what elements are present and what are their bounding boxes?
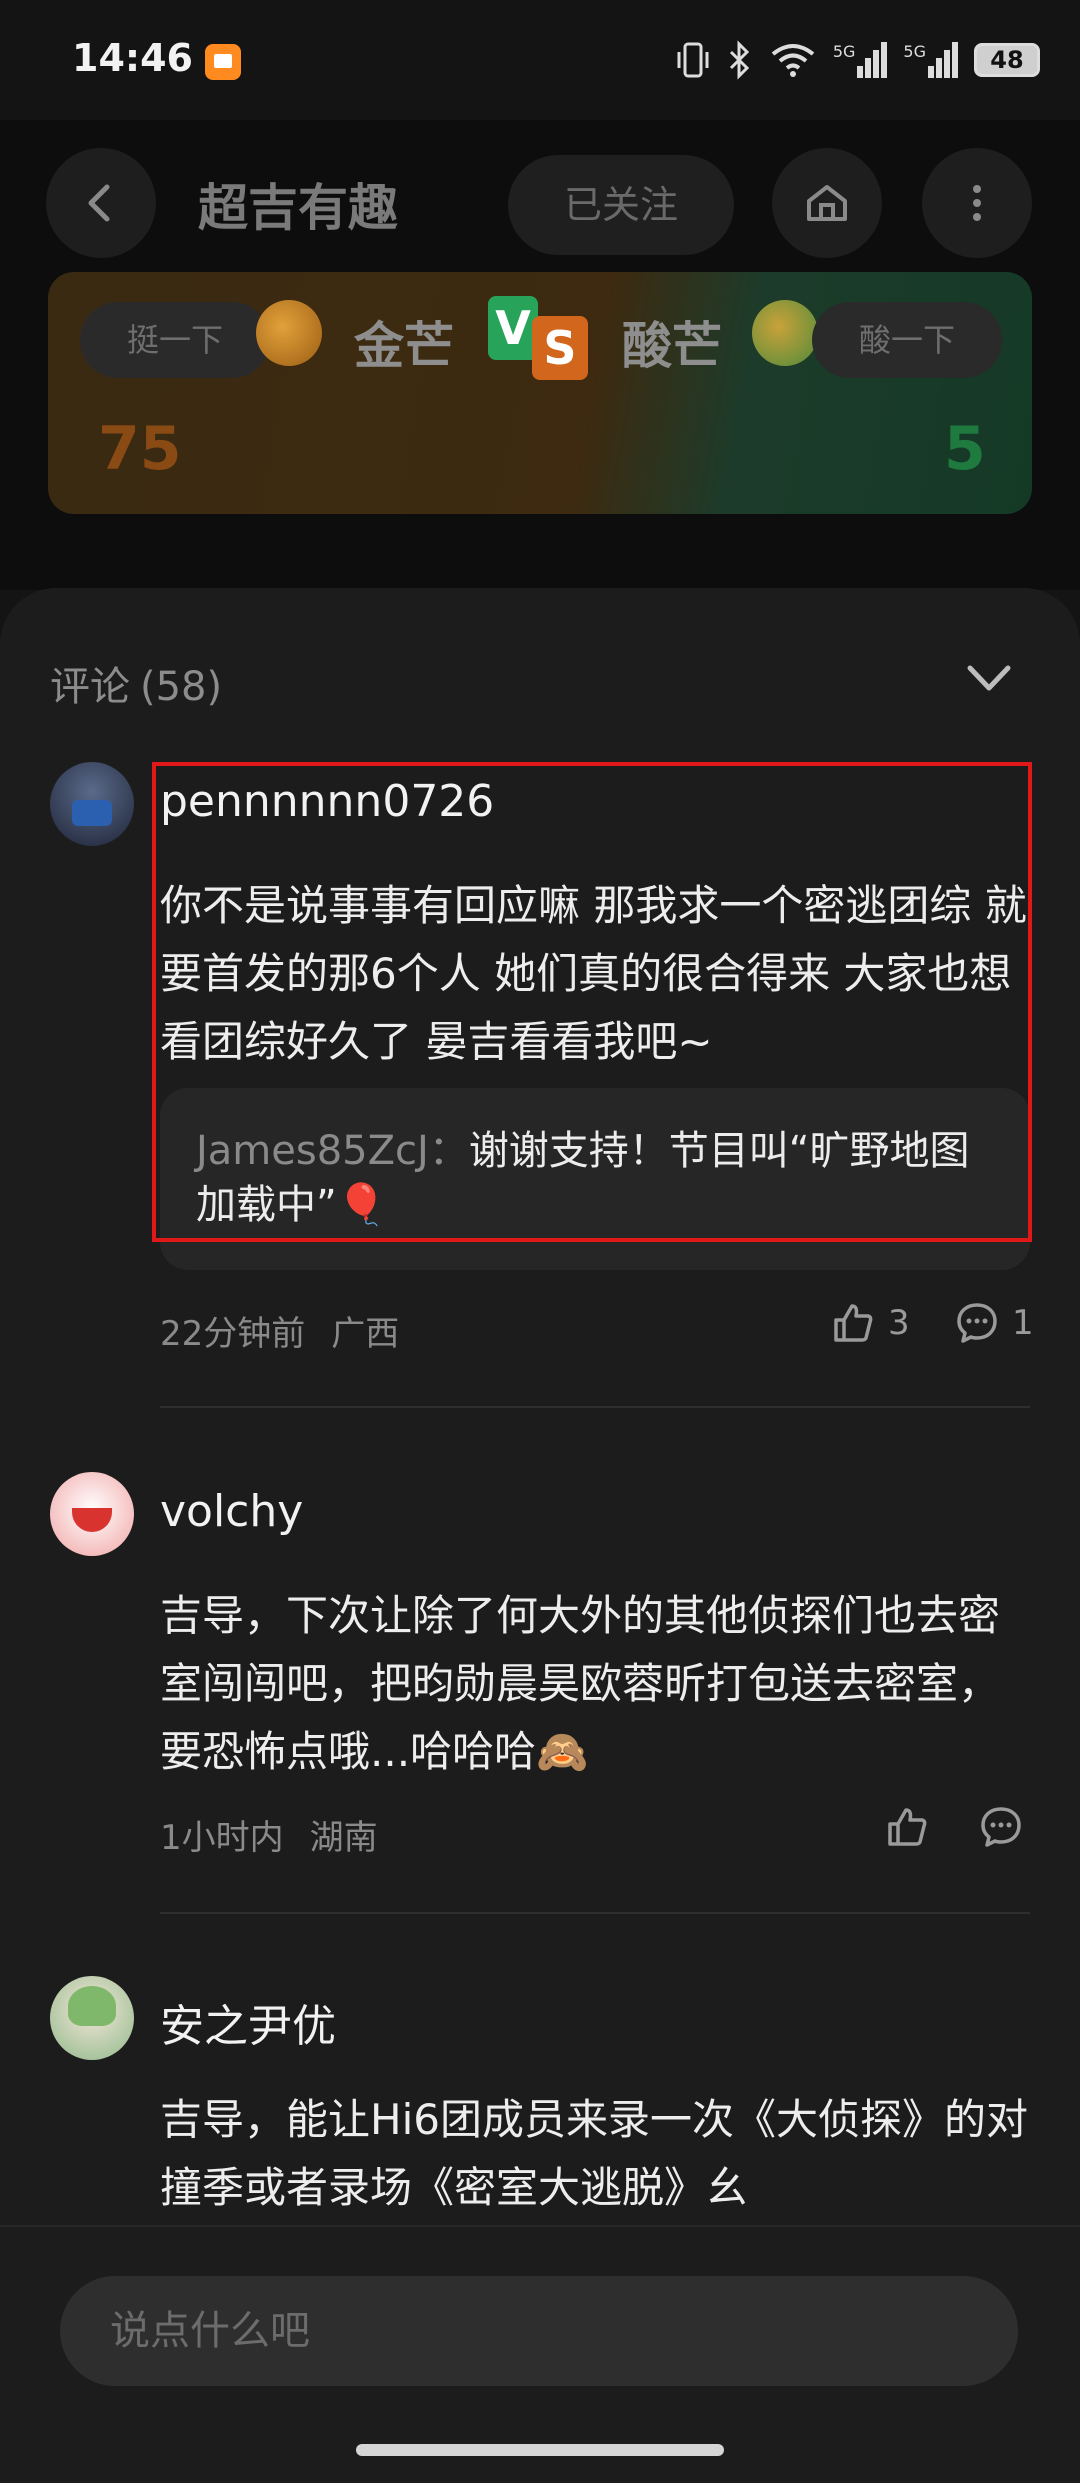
comment-meta: 22分钟前 广西: [160, 1306, 399, 1355]
comment-text: 吉导，能让Hi6团成员来录一次《大侦探》的对撞季或者录场《密室大逃脱》幺: [160, 2095, 1028, 2212]
highlight-box: [152, 762, 1032, 1242]
reply-button[interactable]: [978, 1804, 1024, 1850]
more-icon: [973, 185, 981, 221]
support-left-button[interactable]: 挺一下: [80, 302, 270, 378]
follow-button[interactable]: 已关注: [508, 155, 734, 255]
reply-count: 1: [1012, 1303, 1034, 1343]
status-time: 14:46: [72, 36, 193, 80]
comment-meta: 1小时内 湖南: [160, 1810, 378, 1859]
thumbs-up-icon: [888, 1808, 927, 1846]
comment-time: 22分钟前: [160, 1314, 306, 1354]
signal-icon-2: 5G: [903, 42, 958, 78]
comment-bubble-icon: [957, 1303, 997, 1343]
support-right-button[interactable]: 酸一下: [812, 302, 1002, 378]
like-button[interactable]: 3: [830, 1300, 910, 1346]
comment-bubble-icon: [981, 1807, 1021, 1847]
status-icons: 5G 5G 48: [675, 38, 1040, 82]
right-name: 酸芒: [622, 317, 722, 375]
home-indicator[interactable]: [356, 2444, 724, 2456]
wifi-icon: [771, 44, 815, 77]
comments-title: 评论: [50, 664, 130, 710]
comments-header: 评论 (58): [50, 654, 222, 712]
divider: [160, 1912, 1030, 1914]
comment-username[interactable]: 安之尹优: [160, 1990, 336, 2054]
divider: [160, 1406, 1030, 1408]
status-bar: 14:46 5G 5G 48: [0, 0, 1080, 120]
home-button[interactable]: [772, 148, 882, 258]
mango-happy-icon: [256, 300, 322, 366]
comment-text: 吉导，下次让除了何大外的其他侦探们也去密室闯闯吧，把昀勋晨昊欧蓉昕打包送去密室，…: [160, 1591, 1001, 1776]
vs-badge-v: V: [488, 296, 538, 360]
signal-icon: 5G: [833, 42, 888, 78]
comments-count: (58): [140, 664, 223, 710]
vibrate-icon: [677, 42, 709, 78]
battery-icon: 48: [974, 43, 1040, 77]
reply-button[interactable]: 1: [954, 1300, 1034, 1346]
avatar[interactable]: [50, 1976, 134, 2060]
right-score: 5: [944, 414, 986, 484]
vs-badge-s: S: [532, 316, 588, 380]
page-title: 超吉有趣: [198, 179, 398, 237]
more-button[interactable]: [922, 148, 1032, 258]
comment-input[interactable]: 说点什么吧: [60, 2276, 1018, 2386]
network-label-2: 5G: [903, 42, 926, 61]
avatar[interactable]: [50, 762, 134, 846]
avatar[interactable]: [50, 1472, 134, 1556]
home-icon: [807, 185, 847, 221]
like-button[interactable]: [884, 1804, 930, 1850]
collapse-chevron-icon[interactable]: [964, 658, 1014, 698]
notification-icon: [205, 44, 241, 80]
bluetooth-icon: [729, 40, 749, 80]
left-score: 75: [98, 414, 182, 484]
mango-sour-icon: [752, 300, 818, 366]
like-count: 3: [888, 1303, 910, 1343]
thumbs-up-icon: [834, 1304, 873, 1342]
network-label: 5G: [832, 42, 856, 61]
comment-time: 1小时内: [160, 1818, 284, 1858]
comment-location: 湖南: [309, 1818, 378, 1858]
comment-location: 广西: [331, 1314, 400, 1354]
back-button[interactable]: [46, 148, 156, 258]
left-name: 金芒: [354, 317, 454, 375]
back-icon: [88, 184, 110, 222]
comment-username[interactable]: volchy: [160, 1486, 303, 1537]
